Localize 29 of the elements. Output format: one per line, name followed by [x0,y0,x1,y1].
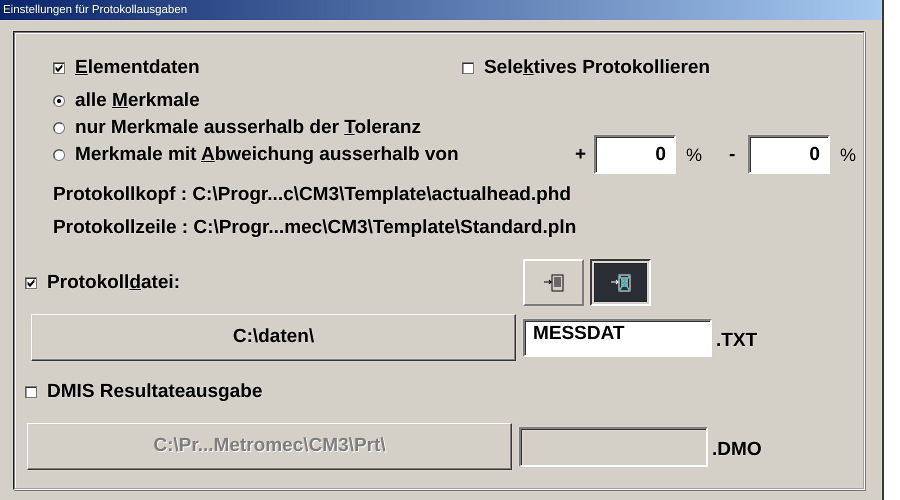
radio-label: nur Merkmale ausserhalb der Toleranz [75,116,422,140]
toggle-button[interactable] [590,259,651,306]
folder-button[interactable]: C:\daten\ [31,314,516,361]
checkbox-label: Protokolldatei: [47,270,180,294]
checkbox-label: Selektives Protokollieren [484,56,710,80]
percent-field[interactable]: 0 [748,135,830,174]
path-info: Protokollzeile : C:\Progr...mec\CM3\Template\Standard.pln [53,216,578,240]
radio-button[interactable] [53,148,65,160]
checkbox[interactable] [25,276,37,288]
sign-label: + [575,142,588,166]
file-extension: .TXT [716,328,758,352]
file-extension: .DMO [712,438,762,462]
document-icon [542,272,564,292]
checkbox-label: DMIS Resultateausgabe [47,380,262,404]
file-name-field[interactable]: MESSDAT [523,318,712,356]
path-info: Protokollkopf : C:\Progr...c\CM3\Template\actualhead.phd [53,183,572,207]
percent-field[interactable]: 0 [594,135,676,174]
crossed-document-icon [610,272,632,292]
radio-label: alle Merkmale [75,88,200,112]
radio-button[interactable] [53,122,65,134]
unit-label: % [686,144,704,166]
sign-label: - [729,142,736,166]
radio-button[interactable] [53,94,65,106]
window-title: Einstellungen für Protokollausgaben [0,0,882,20]
radio-label: Merkmale mit Abweichung ausserhalb von [75,142,459,166]
checkbox[interactable] [462,62,474,74]
checkbox[interactable] [53,62,65,74]
unit-label: % [840,144,858,166]
checkbox-label: Elementdaten [75,56,200,80]
